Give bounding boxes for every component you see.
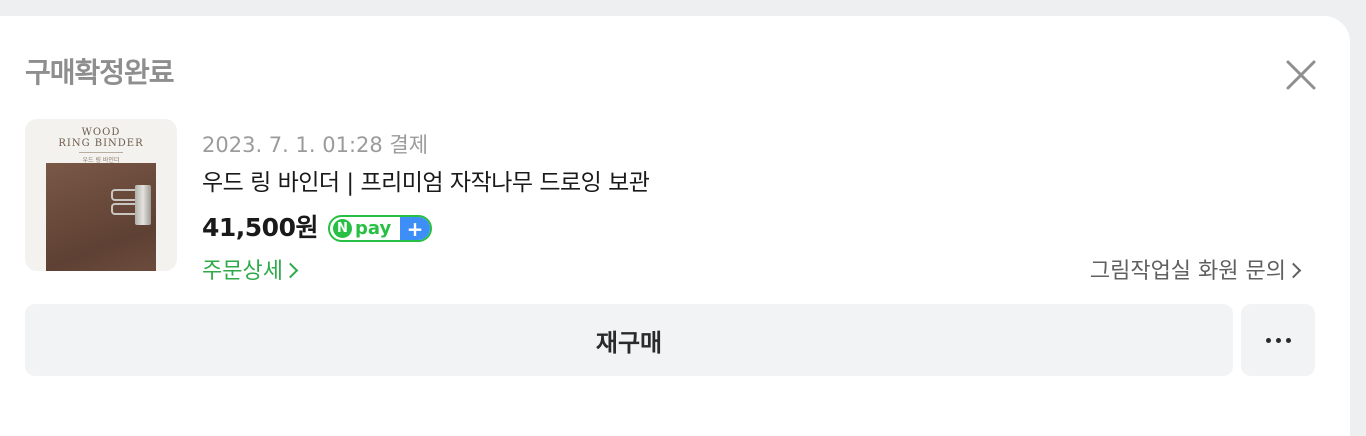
more-options-button[interactable] xyxy=(1241,304,1315,376)
thumbnail-title-line1: WOOD xyxy=(81,127,121,138)
product-price: 41,500원 xyxy=(202,213,318,242)
binder-clip xyxy=(135,185,151,225)
close-button[interactable] xyxy=(1280,54,1322,96)
order-card: 구매확정완료 WOOD RING BINDER 우드 링 바인더 2023. 7… xyxy=(0,16,1350,436)
more-horizontal-icon xyxy=(1285,337,1291,343)
seller-inquiry-link[interactable]: 그림작업실 화원 문의 xyxy=(1089,257,1302,287)
thumbnail-divider xyxy=(79,152,123,153)
thumbnail-title-line2: RING BINDER xyxy=(58,138,144,149)
chevron-right-icon xyxy=(282,262,299,279)
product-name[interactable]: 우드 링 바인더 | 프리미엄 자작나무 드로잉 보관 xyxy=(202,168,650,198)
chevron-right-icon xyxy=(1285,262,1302,279)
order-detail-label: 주문상세 xyxy=(202,259,283,284)
npay-plus-badge: N pay + xyxy=(328,215,432,242)
order-detail-link[interactable]: 주문상세 xyxy=(202,257,299,287)
more-horizontal-icon xyxy=(1265,337,1271,343)
rebuy-button[interactable]: 재구매 xyxy=(25,304,1233,376)
plus-icon: + xyxy=(400,217,430,240)
more-horizontal-icon xyxy=(1275,337,1281,343)
npay-n-icon: N xyxy=(333,219,352,238)
product-thumbnail[interactable]: WOOD RING BINDER 우드 링 바인더 xyxy=(25,119,177,271)
npay-label: pay xyxy=(355,217,392,239)
payment-date: 2023. 7. 1. 01:28 결제 xyxy=(202,133,429,157)
close-icon xyxy=(1286,60,1316,90)
seller-inquiry-label: 그림작업실 화원 문의 xyxy=(1089,259,1286,284)
order-status-title: 구매확정완료 xyxy=(25,56,175,89)
